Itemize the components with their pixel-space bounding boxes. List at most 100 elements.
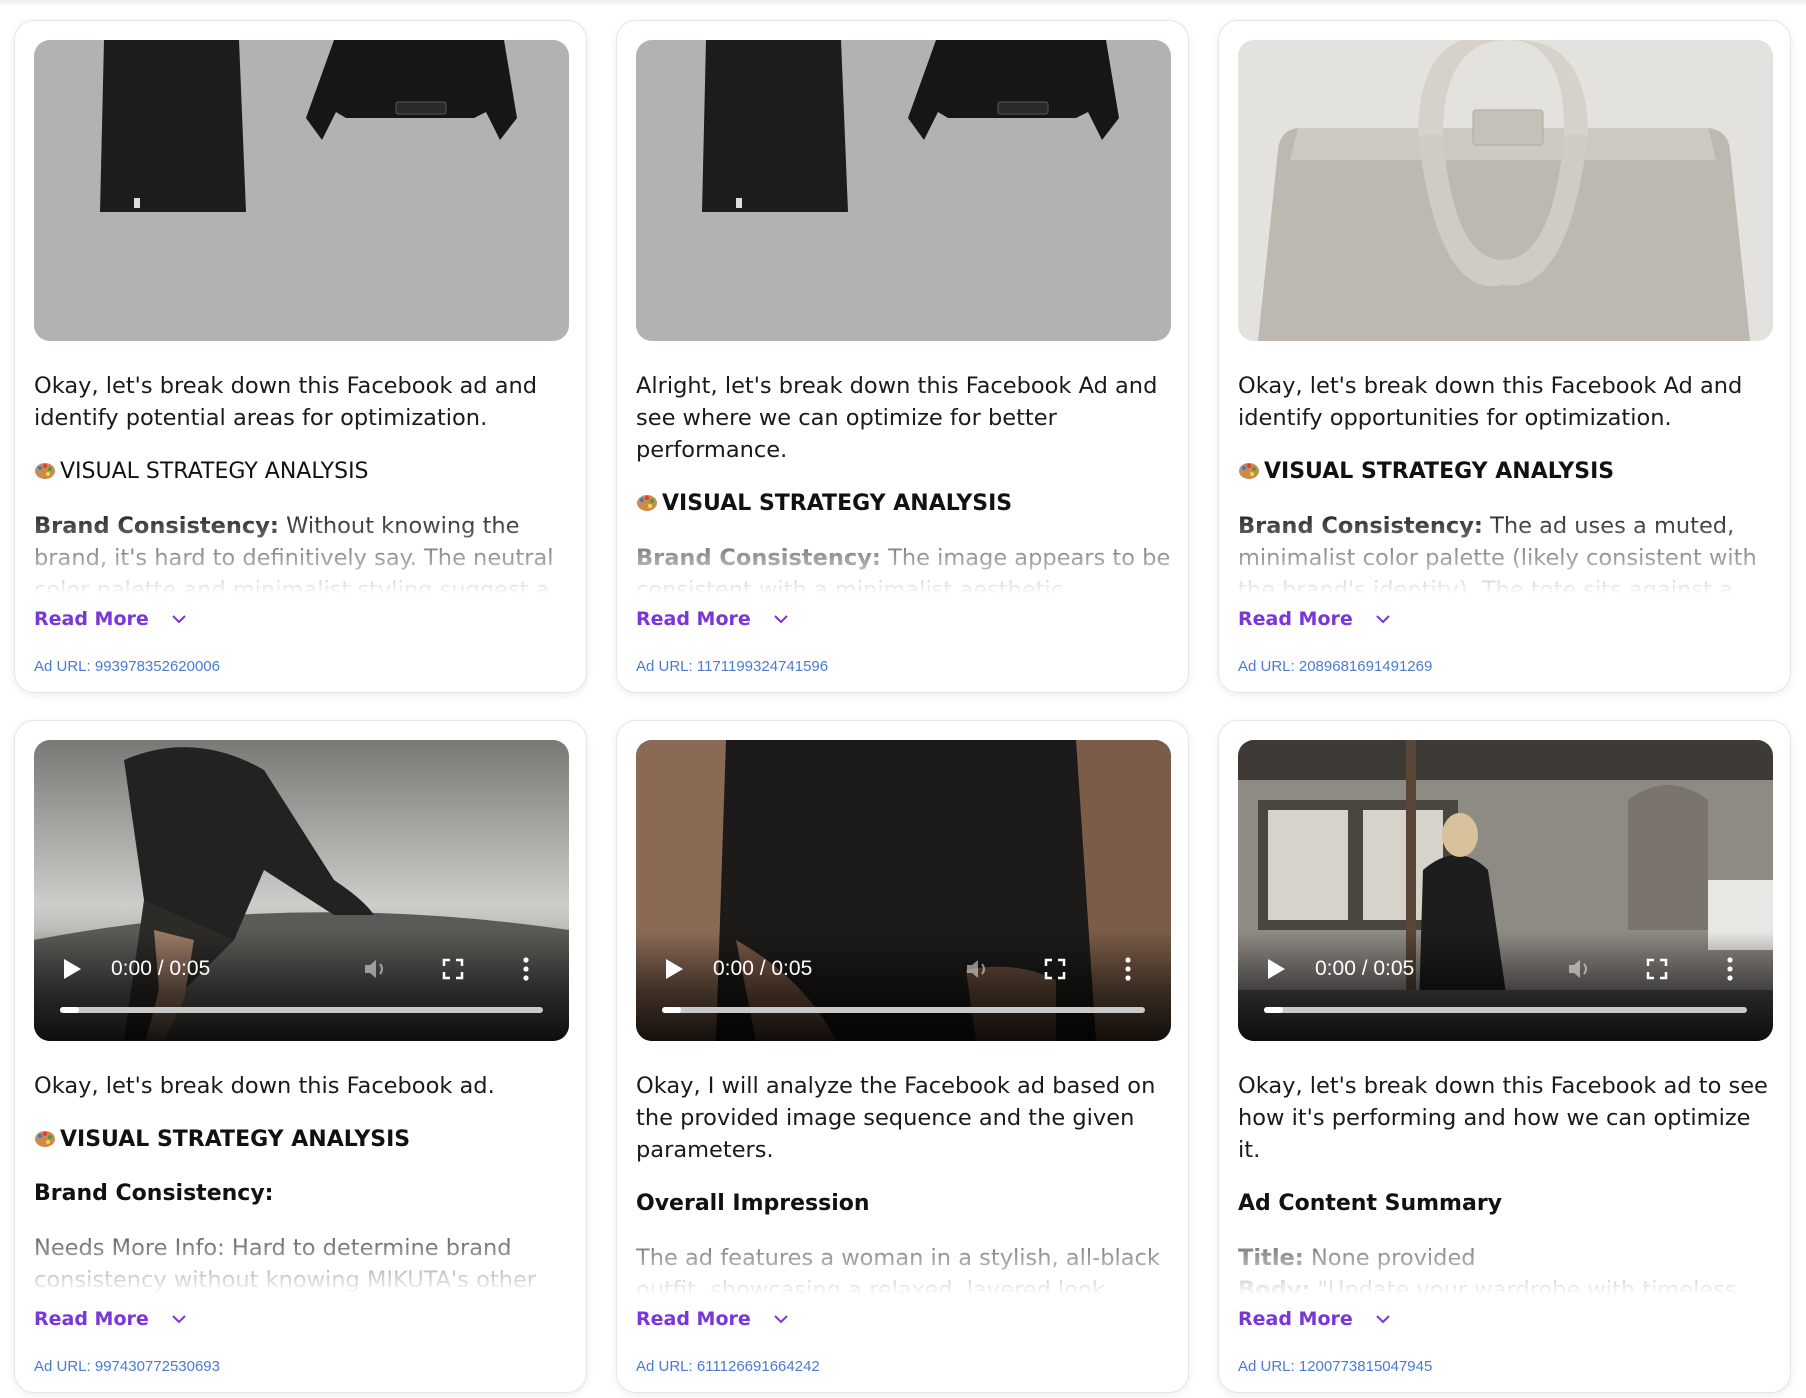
more-options-icon[interactable] (1727, 957, 1733, 981)
ad-url[interactable]: Ad URL: 1171199324741596 (636, 658, 828, 675)
read-more-button[interactable]: Read More (34, 1308, 187, 1330)
video-progress-bar[interactable] (662, 1007, 1145, 1013)
intro-text: Okay, let's break down this Facebook ad … (1238, 1073, 1768, 1163)
analysis-text: Alright, let's break down this Facebook … (636, 370, 1171, 602)
analysis-text: Okay, let's break down this Facebook Ad … (1238, 370, 1773, 602)
video-controls: 0:00 / 0:05 (1238, 931, 1773, 1041)
intro-text: Okay, let's break down this Facebook ad … (34, 373, 538, 431)
video-progress-fill (1264, 1007, 1284, 1013)
analysis-paragraph: Needs More Info: Hard to determine brand… (34, 1235, 537, 1302)
palette-icon (35, 463, 55, 479)
body-label: Body: (1238, 1277, 1311, 1302)
read-more-button[interactable]: Read More (1238, 608, 1391, 630)
read-more-button[interactable]: Read More (34, 608, 187, 630)
video-progress-fill (662, 1007, 682, 1013)
section-heading-label: VISUAL STRATEGY ANALYSIS (60, 1127, 411, 1152)
fullscreen-icon[interactable] (1646, 958, 1668, 980)
volume-icon[interactable] (965, 957, 991, 981)
analysis-text: Okay, let's break down this Facebook ad … (34, 370, 569, 602)
volume-icon[interactable] (1567, 957, 1593, 981)
more-options-icon[interactable] (1125, 957, 1131, 981)
subheading: Ad Content Summary (1238, 1191, 1503, 1216)
ad-analysis-grid: Okay, let's break down this Facebook ad … (14, 20, 1792, 1393)
field-label: Brand Consistency: (1238, 513, 1483, 539)
section-heading: VISUAL STRATEGY ANALYSIS (34, 456, 569, 488)
palette-icon (35, 1131, 55, 1147)
ad-image (34, 40, 569, 341)
read-more-label: Read More (34, 1308, 149, 1330)
read-more-label: Read More (34, 608, 149, 630)
chevron-down-icon (1376, 615, 1390, 624)
ad-card: Alright, let's break down this Facebook … (616, 20, 1189, 693)
analysis-text: Okay, let's break down this Facebook ad … (1238, 1070, 1773, 1302)
video-controls: 0:00 / 0:05 (636, 931, 1171, 1041)
palette-icon (637, 495, 657, 511)
ad-url[interactable]: Ad URL: 997430772530693 (34, 1358, 220, 1375)
ad-card: 0:00 / 0:05 Okay, let's break down this … (14, 720, 587, 1393)
video-time: 0:00 / 0:05 (1315, 957, 1415, 980)
more-options-icon[interactable] (523, 957, 529, 981)
section-heading: VISUAL STRATEGY ANALYSIS (636, 488, 1171, 520)
ad-video[interactable]: 0:00 / 0:05 (34, 740, 569, 1041)
subheading: Brand Consistency: (34, 1181, 274, 1206)
section-heading-label: VISUAL STRATEGY ANALYSIS (1264, 459, 1615, 484)
section-heading: VISUAL STRATEGY ANALYSIS (34, 1124, 569, 1156)
title-label: Title: (1238, 1245, 1304, 1271)
analysis-paragraph: Title: None provided Body: "Update your w… (1238, 1242, 1773, 1302)
ad-url[interactable]: Ad URL: 993978352620006 (34, 658, 220, 675)
intro-text: Okay, I will analyze the Facebook ad bas… (636, 1073, 1156, 1163)
video-progress-bar[interactable] (1264, 1007, 1747, 1013)
read-more-button[interactable]: Read More (1238, 1308, 1391, 1330)
video-controls: 0:00 / 0:05 (34, 931, 569, 1041)
volume-icon[interactable] (363, 957, 389, 981)
field-label: Brand Consistency: (34, 513, 279, 539)
play-icon[interactable] (1266, 958, 1286, 980)
ad-image (636, 40, 1171, 341)
intro-text: Okay, let's break down this Facebook Ad … (1238, 373, 1743, 431)
section-heading: VISUAL STRATEGY ANALYSIS (1238, 456, 1773, 488)
chevron-down-icon (774, 1315, 788, 1324)
play-icon[interactable] (62, 958, 82, 980)
video-time: 0:00 / 0:05 (111, 957, 211, 980)
ad-url[interactable]: Ad URL: 611126691664242 (636, 1358, 820, 1375)
video-time: 0:00 / 0:05 (713, 957, 813, 980)
fullscreen-icon[interactable] (1044, 958, 1066, 980)
palette-icon (1239, 463, 1259, 479)
read-more-button[interactable]: Read More (636, 1308, 789, 1330)
analysis-text: Okay, let's break down this Facebook ad.… (34, 1070, 569, 1302)
ad-card: 0:00 / 0:05 Okay, let's break down this … (1218, 720, 1791, 1393)
ad-card: Okay, let's break down this Facebook ad … (14, 20, 587, 693)
read-more-label: Read More (1238, 608, 1353, 630)
read-more-button[interactable]: Read More (636, 608, 789, 630)
chevron-down-icon (172, 615, 186, 624)
ad-video[interactable]: 0:00 / 0:05 (636, 740, 1171, 1041)
video-progress-fill (60, 1007, 80, 1013)
ad-video[interactable]: 0:00 / 0:05 (1238, 740, 1773, 1041)
chevron-down-icon (774, 615, 788, 624)
read-more-label: Read More (1238, 1308, 1353, 1330)
body-value: "Update your wardrobe with timeless piec… (1317, 1277, 1737, 1302)
ad-card: Okay, let's break down this Facebook Ad … (1218, 20, 1791, 693)
chevron-down-icon (172, 1315, 186, 1324)
video-progress-bar[interactable] (60, 1007, 543, 1013)
intro-text: Alright, let's break down this Facebook … (636, 373, 1158, 463)
title-value: None provided (1310, 1245, 1476, 1271)
fullscreen-icon[interactable] (442, 958, 464, 980)
ad-url[interactable]: Ad URL: 1200773815047945 (1238, 1358, 1432, 1375)
analysis-paragraph: Brand Consistency: The image appears to … (636, 542, 1171, 602)
ad-image (1238, 40, 1773, 341)
play-icon[interactable] (664, 958, 684, 980)
field-label: Brand Consistency: (636, 545, 881, 571)
chevron-down-icon (1376, 1315, 1390, 1324)
analysis-text: Okay, I will analyze the Facebook ad bas… (636, 1070, 1171, 1302)
ad-url[interactable]: Ad URL: 2089681691491269 (1238, 658, 1432, 675)
top-edge (0, 0, 1806, 6)
ad-card: 0:00 / 0:05 Okay, I will analyze the Fac… (616, 720, 1189, 1393)
analysis-paragraph: Brand Consistency: The ad uses a muted, … (1238, 510, 1773, 602)
analysis-paragraph: Brand Consistency: Without knowing the b… (34, 510, 569, 602)
subheading: Overall Impression (636, 1191, 870, 1216)
section-heading-label: VISUAL STRATEGY ANALYSIS (60, 459, 369, 484)
intro-text: Okay, let's break down this Facebook ad. (34, 1073, 495, 1099)
read-more-label: Read More (636, 1308, 751, 1330)
section-heading-label: VISUAL STRATEGY ANALYSIS (662, 491, 1013, 516)
